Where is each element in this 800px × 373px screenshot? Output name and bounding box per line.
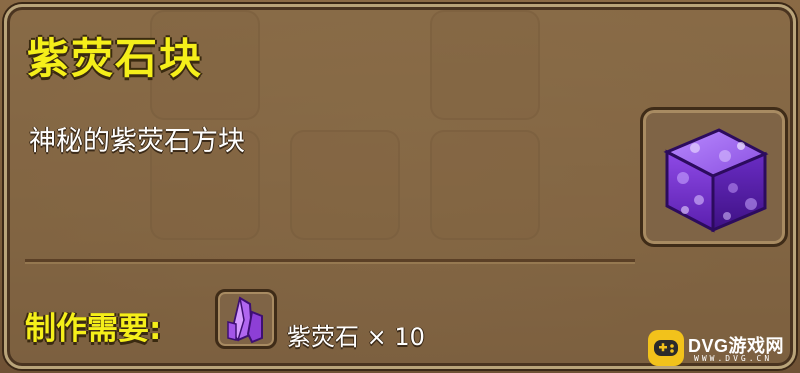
item-tooltip-panel: 紫荧石块 神秘的紫荧石方块 制作需要: 紫荧石 × 10 [4,4,796,369]
item-description: 神秘的紫荧石方块 [29,126,245,157]
gamepad-logo-icon [648,330,684,366]
watermark-url: WWW.DVG.CN [694,354,773,363]
divider [25,259,635,262]
purple-crystal-icon [227,296,263,344]
requirement-item-slot [215,289,277,349]
requirement-item-quantity: × 10 [366,323,425,351]
tooltip-background: 紫荧石块 神秘的紫荧石方块 制作需要: 紫荧石 × 10 DVG游戏网 WWW.… [0,0,800,373]
item-icon-slot [640,107,788,247]
item-title: 紫荧石块 [27,34,204,83]
requirement-item-text: 紫荧石 × 10 [287,317,425,352]
watermark: DVG游戏网 WWW.DVG.CN [648,326,796,366]
crafting-requirements-label: 制作需要: [25,311,162,347]
requirement-item-name: 紫荧石 [287,323,359,351]
purple-fluorite-block-icon [663,128,769,233]
